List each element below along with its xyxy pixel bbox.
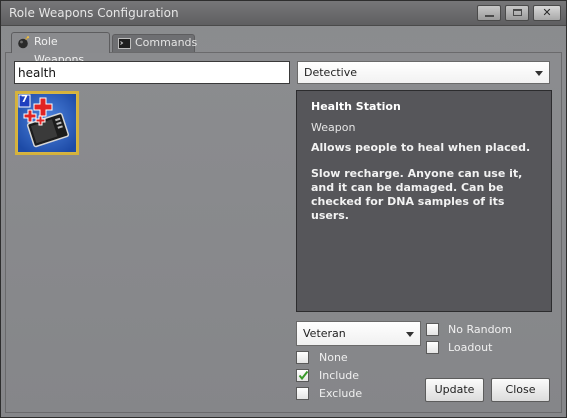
loadout-checkbox[interactable] bbox=[426, 341, 439, 354]
rank-dropdown-value: Veteran bbox=[303, 327, 346, 340]
close-button[interactable]: Close bbox=[491, 378, 550, 402]
role-dropdown[interactable]: Detective bbox=[297, 61, 550, 84]
weapon-tile-health-station[interactable]: 7 bbox=[15, 91, 79, 155]
minimize-button[interactable] bbox=[477, 5, 501, 21]
close-window-button[interactable]: ✕ bbox=[533, 5, 561, 21]
loadout-label: Loadout bbox=[448, 341, 493, 354]
none-label: None bbox=[319, 351, 348, 364]
weapon-slot-badge: 7 bbox=[21, 94, 28, 105]
include-label: Include bbox=[319, 369, 360, 382]
role-dropdown-value: Detective bbox=[304, 66, 358, 79]
weapon-details: Slow recharge. Anyone can use it, and it… bbox=[311, 167, 523, 222]
minimize-icon bbox=[485, 15, 494, 17]
tab-commands[interactable]: Commands bbox=[112, 34, 198, 52]
maximize-icon bbox=[513, 9, 522, 16]
role-weapons-window: Role Weapons Configuration ✕ Role Weapon… bbox=[0, 0, 567, 418]
update-button[interactable]: Update bbox=[425, 378, 484, 402]
window-title: Role Weapons Configuration bbox=[9, 6, 179, 20]
no-random-checkbox[interactable] bbox=[426, 323, 439, 336]
exclude-label: Exclude bbox=[319, 387, 363, 400]
weapon-info-panel: Health Station Weapon Allows people to h… bbox=[296, 90, 552, 312]
include-checkbox[interactable] bbox=[296, 369, 309, 382]
bomb-icon bbox=[18, 36, 30, 49]
chevron-down-icon bbox=[535, 71, 543, 76]
chevron-down-icon bbox=[406, 332, 414, 337]
tab-commands-label: Commands bbox=[135, 36, 198, 49]
no-random-label: No Random bbox=[448, 323, 512, 336]
weapon-name: Health Station bbox=[311, 100, 401, 113]
checkmark-icon bbox=[298, 370, 309, 381]
terminal-icon bbox=[118, 38, 131, 49]
exclude-checkbox[interactable] bbox=[296, 387, 309, 400]
none-checkbox[interactable] bbox=[296, 351, 309, 364]
title-bar[interactable]: Role Weapons Configuration ✕ bbox=[1, 1, 566, 26]
maximize-button[interactable] bbox=[505, 5, 529, 21]
rank-dropdown[interactable]: Veteran bbox=[296, 321, 421, 346]
weapon-description: Allows people to heal when placed. bbox=[311, 141, 531, 154]
search-input[interactable] bbox=[14, 61, 290, 84]
close-icon: ✕ bbox=[542, 6, 552, 19]
tab-role-weapons[interactable]: Role Weapons bbox=[11, 32, 110, 66]
weapon-type: Weapon bbox=[311, 121, 356, 134]
